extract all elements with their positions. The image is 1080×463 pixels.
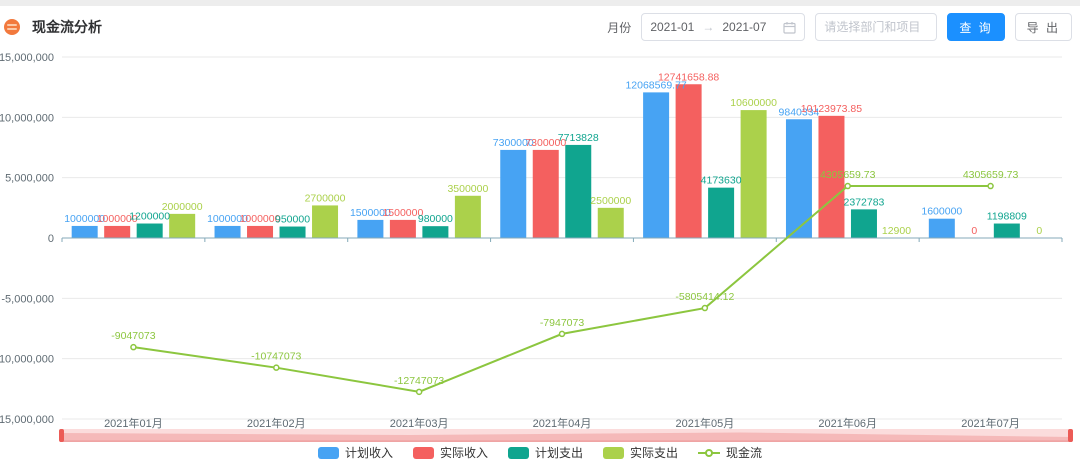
svg-text:980000: 980000 <box>418 213 453 225</box>
legend-label: 现金流 <box>726 444 762 461</box>
y-axis-labels: 15,000,000 10,000,000 5,000,000 0 -5,000,000… <box>0 52 54 426</box>
page-title: 现金流分析 <box>32 17 102 37</box>
svg-text:-5,000,000: -5,000,000 <box>1 293 54 305</box>
svg-text:10,000,000: 10,000,000 <box>0 112 54 124</box>
x-axis <box>62 238 1062 242</box>
svg-text:4305659.73: 4305659.73 <box>963 169 1019 181</box>
svg-text:2500000: 2500000 <box>590 195 631 207</box>
legend-line-marker-icon <box>698 447 720 459</box>
header: 现金流分析 月份 2021-01 → 2021-07 查 询 导 出 <box>0 6 1080 48</box>
svg-text:12741658.88: 12741658.88 <box>658 71 719 83</box>
svg-text:2000000: 2000000 <box>162 201 203 213</box>
legend-label: 实际收入 <box>440 444 488 461</box>
datazoom-handle-left[interactable] <box>59 429 64 442</box>
svg-text:0: 0 <box>971 225 977 237</box>
month-label: 月份 <box>607 19 631 36</box>
svg-text:-5805414.12: -5805414.12 <box>675 291 734 303</box>
svg-text:7713828: 7713828 <box>558 132 599 144</box>
svg-text:-12747073: -12747073 <box>394 375 444 387</box>
date-arrow-icon: → <box>702 20 714 34</box>
legend-label: 计划收入 <box>345 444 393 461</box>
legend-item-实际收入[interactable]: 实际收入 <box>413 444 488 461</box>
legend-item-现金流[interactable]: 现金流 <box>698 444 762 461</box>
svg-text:2700000: 2700000 <box>305 192 346 204</box>
date-range-picker[interactable]: 2021-01 → 2021-07 <box>641 13 805 41</box>
legend-label: 实际支出 <box>630 444 678 461</box>
svg-text:2021年01月: 2021年01月 <box>104 416 163 430</box>
export-button[interactable]: 导 出 <box>1015 13 1072 41</box>
svg-text:4305659.73: 4305659.73 <box>820 169 876 181</box>
x-axis-labels: 2021年01月 2021年02月 2021年03月 2021年04月 2021年05月… <box>104 416 1020 430</box>
svg-text:2021年04月: 2021年04月 <box>533 416 592 430</box>
svg-text:-9047073: -9047073 <box>111 330 156 342</box>
query-button[interactable]: 查 询 <box>947 13 1004 41</box>
svg-text:2021年07月: 2021年07月 <box>961 416 1020 430</box>
calendar-icon <box>783 21 796 34</box>
svg-text:3500000: 3500000 <box>447 183 488 195</box>
svg-text:1198809: 1198809 <box>987 211 1027 223</box>
svg-text:15,000,000: 15,000,000 <box>0 52 54 64</box>
svg-text:950000: 950000 <box>275 214 310 226</box>
legend-label: 计划支出 <box>535 444 583 461</box>
datazoom-slider[interactable] <box>60 429 1072 442</box>
cashflow-analysis-page: 现金流分析 月份 2021-01 → 2021-07 查 询 导 出 15,00… <box>0 0 1080 463</box>
svg-text:-7947073: -7947073 <box>540 317 585 329</box>
svg-text:5,000,000: 5,000,000 <box>5 173 54 185</box>
legend-item-实际支出[interactable]: 实际支出 <box>603 444 678 461</box>
legend-item-计划支出[interactable]: 计划支出 <box>508 444 583 461</box>
header-controls: 月份 2021-01 → 2021-07 查 询 导 出 <box>607 13 1072 41</box>
svg-text:2021年02月: 2021年02月 <box>247 416 306 430</box>
svg-text:-10,000,000: -10,000,000 <box>0 354 54 366</box>
money-icon <box>4 19 20 35</box>
svg-text:-10747073: -10747073 <box>251 351 301 363</box>
legend-swatch <box>508 447 529 459</box>
datazoom-handle-right[interactable] <box>1068 429 1073 442</box>
svg-text:4173630: 4173630 <box>701 175 742 187</box>
legend-swatch <box>318 447 339 459</box>
svg-text:0: 0 <box>1036 225 1042 237</box>
chart-legend: 计划收入 实际收入 计划支出 实际支出 现金流 <box>0 444 1080 461</box>
date-end[interactable]: 2021-07 <box>722 20 766 34</box>
svg-text:2021年05月: 2021年05月 <box>675 416 734 430</box>
svg-text:2021年06月: 2021年06月 <box>818 416 877 430</box>
svg-text:1600000: 1600000 <box>921 206 962 218</box>
legend-swatch <box>413 447 434 459</box>
legend-item-计划收入[interactable]: 计划收入 <box>318 444 393 461</box>
legend-swatch <box>603 447 624 459</box>
department-project-input[interactable] <box>815 13 937 41</box>
date-start[interactable]: 2021-01 <box>650 20 694 34</box>
datazoom-shadow <box>60 429 1072 442</box>
svg-text:10123973.85: 10123973.85 <box>801 103 862 115</box>
cashflow-chart: 15,000,000 10,000,000 5,000,000 0 -5,000,000… <box>0 46 1080 431</box>
header-left: 现金流分析 <box>4 17 102 37</box>
svg-text:2372783: 2372783 <box>844 196 885 208</box>
svg-text:-15,000,000: -15,000,000 <box>0 414 54 426</box>
svg-text:12900: 12900 <box>882 225 911 237</box>
svg-text:2021年03月: 2021年03月 <box>390 416 449 430</box>
svg-text:10600000: 10600000 <box>730 97 777 109</box>
svg-text:0: 0 <box>48 233 54 245</box>
